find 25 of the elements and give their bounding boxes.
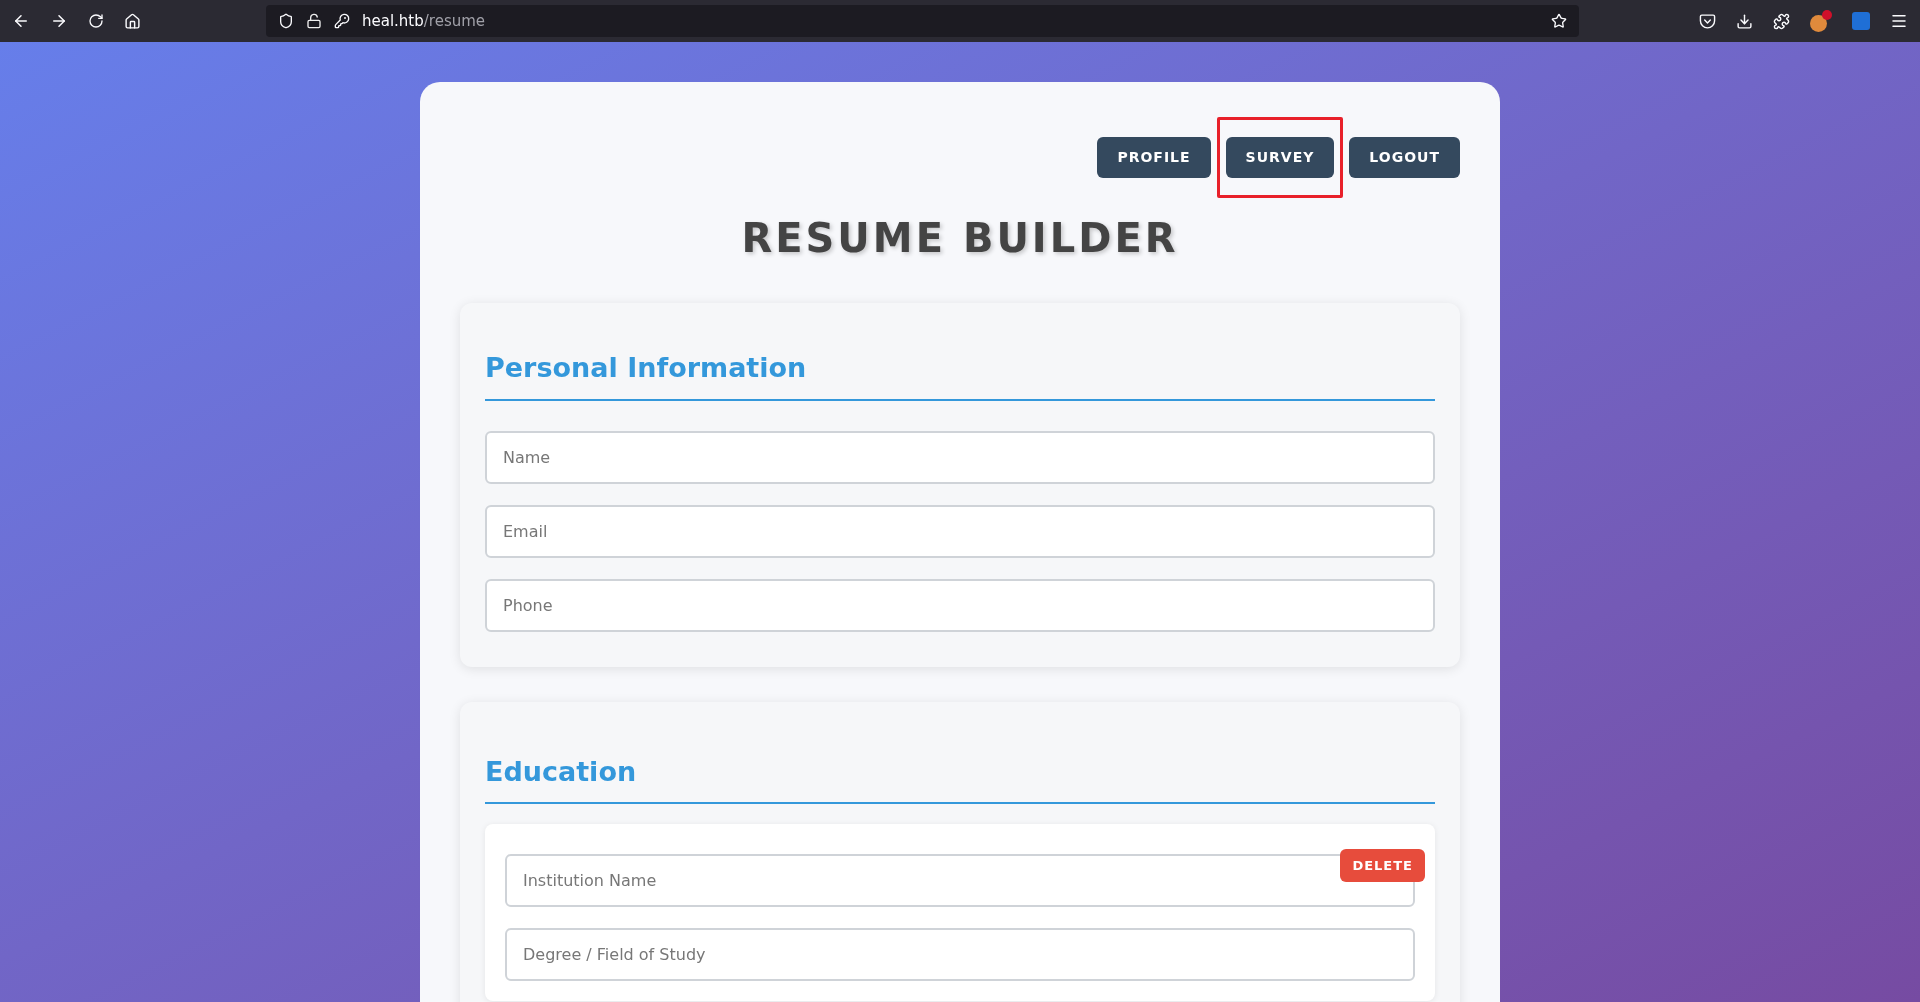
bookmark-star-icon[interactable] [1551, 13, 1567, 29]
back-icon[interactable] [12, 12, 30, 30]
page-title: RESUME BUILDER [740, 214, 1180, 263]
delete-button[interactable]: DELETE [1340, 849, 1425, 882]
section-heading: Personal Information [485, 348, 1435, 401]
forward-icon[interactable] [50, 12, 68, 30]
download-icon[interactable] [1736, 12, 1753, 30]
pocket-icon[interactable] [1699, 12, 1716, 30]
text-input-field[interactable]: Email [485, 504, 1435, 558]
key-icon[interactable] [334, 13, 350, 29]
text-input-field[interactable]: Degree / Field of Study [505, 928, 1415, 981]
url-text: heal.htb/resume [362, 10, 486, 32]
nav-button[interactable]: LOGOUT [1349, 137, 1460, 178]
nav-button[interactable]: PROFILE [1097, 137, 1211, 178]
section-heading: Education [485, 751, 1435, 804]
menu-icon[interactable] [1890, 12, 1908, 30]
text-input-field[interactable]: Phone [485, 578, 1435, 632]
text-input-field[interactable]: Name [485, 430, 1435, 484]
nav-button[interactable]: SURVEY [1225, 137, 1335, 178]
address-bar[interactable]: heal.htb/resume [266, 5, 1579, 37]
extension-icon[interactable] [1810, 10, 1832, 32]
shield-icon[interactable] [278, 13, 294, 29]
home-icon[interactable] [124, 12, 141, 30]
reload-icon[interactable] [88, 13, 104, 29]
puzzle-icon[interactable] [1773, 12, 1790, 30]
